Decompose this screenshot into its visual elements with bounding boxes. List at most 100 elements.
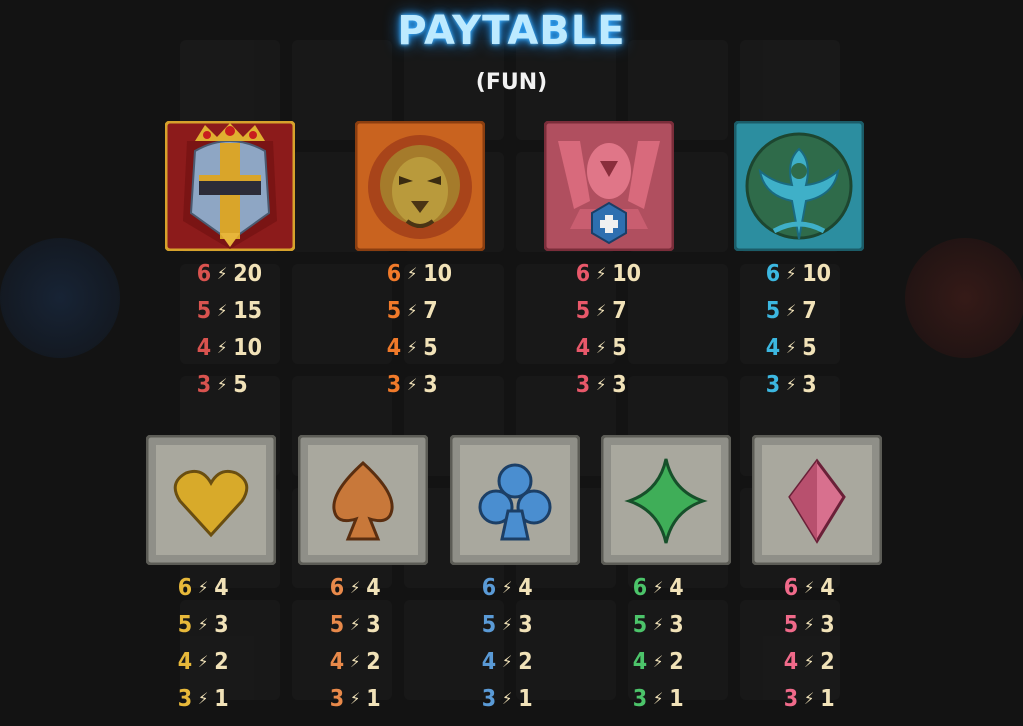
payout-value: 4	[669, 574, 684, 601]
spade-paytable: 6 ⚡ 4 5 ⚡ 3 4 ⚡ 2 3 ⚡ 1	[298, 569, 428, 717]
payout-value: 5	[233, 371, 248, 398]
symbol-count: 5	[329, 611, 345, 638]
lightning-bolt-icon: ⚡	[804, 615, 815, 634]
symbol-count: 5	[481, 611, 497, 638]
spade-icon	[298, 435, 428, 565]
symbol-count: 6	[196, 260, 212, 287]
lightning-bolt-icon: ⚡	[502, 578, 513, 597]
payout-value: 3	[669, 611, 684, 638]
crystal-icon	[752, 435, 882, 565]
payout-value: 1	[820, 685, 835, 712]
lightning-bolt-icon: ⚡	[502, 615, 513, 634]
symbol-count: 5	[783, 611, 799, 638]
symbol-count: 4	[177, 648, 193, 675]
lightning-bolt-icon: ⚡	[502, 652, 513, 671]
pay-row: 3 ⚡ 3	[734, 366, 864, 403]
diamond-icon	[601, 435, 731, 565]
lightning-bolt-icon: ⚡	[198, 652, 209, 671]
pay-row: 4 ⚡ 2	[752, 643, 882, 680]
symbol-count: 6	[783, 574, 799, 601]
payout-value: 2	[820, 648, 835, 675]
pay-row: 6 ⚡ 10	[544, 255, 674, 292]
pay-row: 5 ⚡ 7	[544, 292, 674, 329]
pay-row: 6 ⚡ 4	[146, 569, 276, 606]
payout-value: 3	[366, 611, 381, 638]
pay-row: 3 ⚡ 3	[544, 366, 674, 403]
symbol-count: 4	[765, 334, 781, 361]
payout-value: 7	[612, 297, 627, 324]
lightning-bolt-icon: ⚡	[502, 689, 513, 708]
knight-helmet-icon	[165, 121, 295, 251]
payout-value: 10	[423, 260, 453, 287]
lightning-bolt-icon: ⚡	[596, 301, 607, 320]
payout-value: 20	[233, 260, 263, 287]
lightning-bolt-icon: ⚡	[653, 652, 664, 671]
heart-paytable: 6 ⚡ 4 5 ⚡ 3 4 ⚡ 2 3 ⚡ 1	[146, 569, 276, 717]
pay-row: 5 ⚡ 3	[752, 606, 882, 643]
payout-value: 1	[214, 685, 229, 712]
pay-row: 4 ⚡ 2	[601, 643, 731, 680]
lightning-bolt-icon: ⚡	[407, 301, 418, 320]
payout-value: 4	[518, 574, 533, 601]
lightning-bolt-icon: ⚡	[653, 689, 664, 708]
symbol-count: 4	[386, 334, 402, 361]
payout-value: 4	[214, 574, 229, 601]
symbol-count: 4	[196, 334, 212, 361]
club-paytable: 6 ⚡ 4 5 ⚡ 3 4 ⚡ 2 3 ⚡ 1	[450, 569, 580, 717]
lightning-bolt-icon: ⚡	[350, 615, 361, 634]
pay-row: 4 ⚡ 2	[298, 643, 428, 680]
lion-icon	[355, 121, 485, 251]
lightning-bolt-icon: ⚡	[217, 264, 228, 283]
payout-value: 1	[669, 685, 684, 712]
pay-row: 6 ⚡ 4	[601, 569, 731, 606]
lightning-bolt-icon: ⚡	[350, 578, 361, 597]
lightning-bolt-icon: ⚡	[804, 652, 815, 671]
club-icon	[450, 435, 580, 565]
symbol-count: 5	[386, 297, 402, 324]
lightning-bolt-icon: ⚡	[804, 689, 815, 708]
symbol-count: 6	[386, 260, 402, 287]
lightning-bolt-icon: ⚡	[786, 264, 797, 283]
symbol-count: 3	[329, 685, 345, 712]
eagle-icon	[544, 121, 674, 251]
lightning-bolt-icon: ⚡	[786, 375, 797, 394]
diamond-paytable: 6 ⚡ 4 5 ⚡ 3 4 ⚡ 2 3 ⚡ 1	[601, 569, 731, 717]
pay-row: 4 ⚡ 5	[544, 329, 674, 366]
pay-row: 6 ⚡ 4	[752, 569, 882, 606]
lightning-bolt-icon: ⚡	[653, 578, 664, 597]
symbol-count: 3	[783, 685, 799, 712]
pay-row: 3 ⚡ 5	[165, 366, 295, 403]
symbol-count: 6	[329, 574, 345, 601]
payout-value: 15	[233, 297, 263, 324]
pay-row: 3 ⚡ 1	[601, 680, 731, 717]
payout-value: 1	[366, 685, 381, 712]
lightning-bolt-icon: ⚡	[217, 301, 228, 320]
payout-value: 3	[423, 371, 438, 398]
knight-helmet-paytable: 6 ⚡ 20 5 ⚡ 15 4 ⚡ 10 3 ⚡ 5	[165, 255, 295, 403]
pay-row: 3 ⚡ 3	[355, 366, 485, 403]
payout-value: 2	[518, 648, 533, 675]
pay-row: 6 ⚡ 4	[298, 569, 428, 606]
payout-value: 5	[802, 334, 817, 361]
lightning-bolt-icon: ⚡	[198, 615, 209, 634]
payout-value: 2	[214, 648, 229, 675]
tree-paytable: 6 ⚡ 10 5 ⚡ 7 4 ⚡ 5 3 ⚡ 3	[734, 255, 864, 403]
symbol-count: 6	[481, 574, 497, 601]
symbol-count: 5	[632, 611, 648, 638]
lightning-bolt-icon: ⚡	[596, 375, 607, 394]
lightning-bolt-icon: ⚡	[198, 578, 209, 597]
payout-value: 3	[518, 611, 533, 638]
payout-value: 3	[612, 371, 627, 398]
symbol-count: 6	[765, 260, 781, 287]
pay-row: 6 ⚡ 20	[165, 255, 295, 292]
symbol-count: 3	[575, 371, 591, 398]
background-red-orb	[905, 238, 1023, 358]
lightning-bolt-icon: ⚡	[217, 375, 228, 394]
lion-paytable: 6 ⚡ 10 5 ⚡ 7 4 ⚡ 5 3 ⚡ 3	[355, 255, 485, 403]
pay-row: 4 ⚡ 5	[355, 329, 485, 366]
symbol-count: 3	[177, 685, 193, 712]
pay-row: 4 ⚡ 5	[734, 329, 864, 366]
payout-value: 10	[612, 260, 642, 287]
pay-row: 3 ⚡ 1	[146, 680, 276, 717]
lightning-bolt-icon: ⚡	[407, 375, 418, 394]
